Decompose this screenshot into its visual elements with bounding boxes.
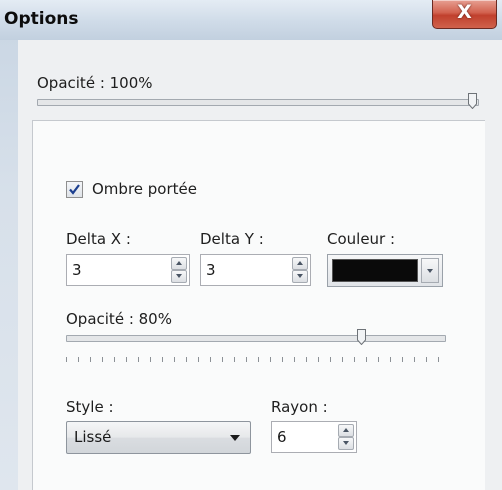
style-selected-value: Lissé <box>74 428 112 446</box>
shadow-opacity-slider-track[interactable] <box>66 335 446 342</box>
delta-x-increment-button[interactable] <box>171 257 187 270</box>
title-bar: Options X <box>0 0 502 40</box>
drop-shadow-label: Ombre portée <box>92 180 197 198</box>
arrow-up-icon <box>176 261 182 265</box>
delta-x-value: 3 <box>72 261 82 279</box>
close-button[interactable]: X <box>432 0 497 29</box>
arrow-up-icon <box>297 261 303 265</box>
shadow-opacity-slider-thumb[interactable] <box>357 329 366 345</box>
opacity-label: Opacité : 100% <box>37 74 153 92</box>
opacity-slider-thumb[interactable] <box>468 93 477 109</box>
arrow-up-icon <box>343 428 349 432</box>
delta-x-label: Delta X : <box>66 230 131 248</box>
checkmark-icon <box>69 184 80 195</box>
drop-shadow-checkbox[interactable] <box>66 181 83 198</box>
chevron-down-icon <box>427 269 433 273</box>
radius-value: 6 <box>277 428 287 446</box>
delta-y-increment-button[interactable] <box>292 257 308 270</box>
options-dialog: Options X Opacité : 100% Ombre portée De… <box>0 0 502 490</box>
arrow-down-icon <box>176 274 182 278</box>
delta-x-decrement-button[interactable] <box>171 270 187 283</box>
color-swatch <box>332 259 418 282</box>
radius-spinbox[interactable]: 6 <box>271 421 357 453</box>
chevron-down-icon <box>230 435 240 441</box>
color-dropdown-button[interactable] <box>421 258 439 283</box>
delta-y-label: Delta Y : <box>200 230 264 248</box>
arrow-down-icon <box>343 441 349 445</box>
shadow-opacity-slider-ticks <box>66 357 445 362</box>
color-picker[interactable] <box>327 254 443 287</box>
style-label: Style : <box>66 398 114 416</box>
radius-increment-button[interactable] <box>338 424 354 437</box>
window-title: Options <box>4 9 79 29</box>
style-select[interactable]: Lissé <box>66 421 251 454</box>
radius-decrement-button[interactable] <box>338 437 354 450</box>
shadow-opacity-label: Opacité : 80% <box>66 310 172 328</box>
radius-label: Rayon : <box>271 398 328 416</box>
opacity-slider-track[interactable] <box>37 99 479 106</box>
close-icon: X <box>457 1 472 23</box>
delta-y-decrement-button[interactable] <box>292 270 308 283</box>
color-label: Couleur : <box>327 230 396 248</box>
delta-x-spinbox[interactable]: 3 <box>66 254 190 286</box>
delta-y-value: 3 <box>206 261 216 279</box>
delta-y-spinbox[interactable]: 3 <box>200 254 311 286</box>
arrow-down-icon <box>297 274 303 278</box>
